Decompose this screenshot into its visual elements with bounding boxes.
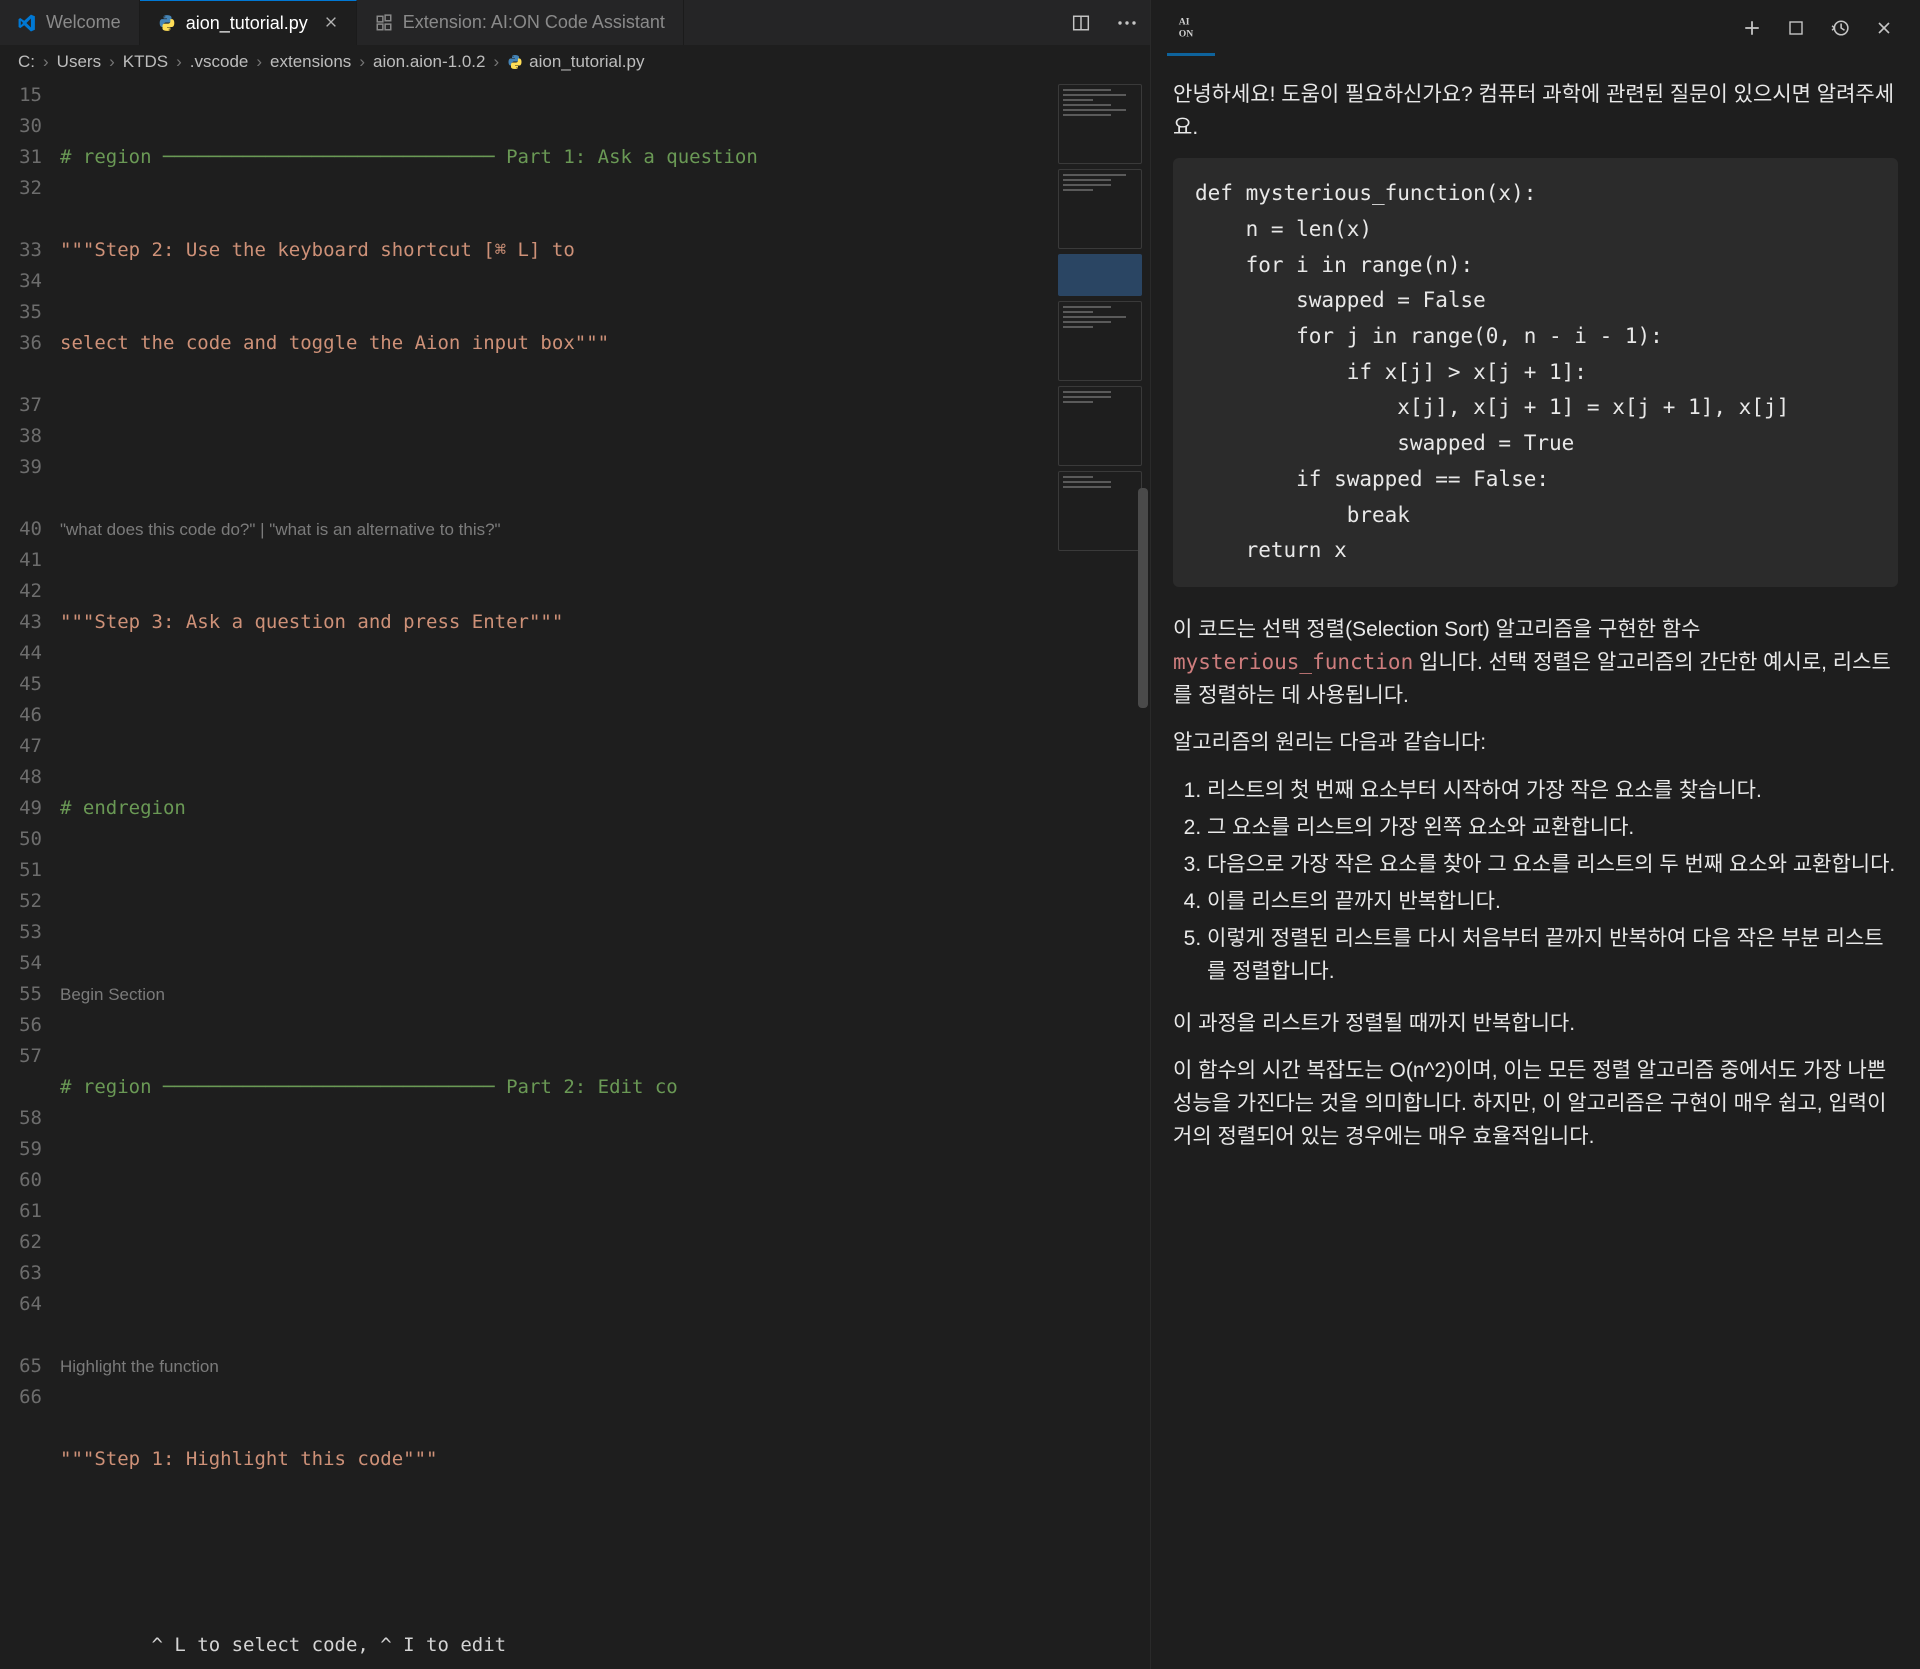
- assistant-header: AI ON: [1151, 0, 1920, 58]
- close-assistant-button[interactable]: [1864, 8, 1904, 48]
- code-area[interactable]: # region ───────────────────────────── P…: [60, 78, 1150, 1669]
- line-number-gutter: 1530313233343536373839404142434445464748…: [0, 78, 60, 1669]
- editor-scrollbar[interactable]: [1136, 78, 1150, 1669]
- svg-text:ON: ON: [1179, 28, 1193, 39]
- tab-welcome[interactable]: Welcome: [0, 0, 140, 45]
- tab-label: aion_tutorial.py: [186, 13, 308, 34]
- python-icon: [158, 14, 176, 32]
- assistant-text: 알고리즘의 원리는 다음과 같습니다:: [1173, 726, 1898, 759]
- assistant-pane: AI ON 안녕하세요! 도움이 필요하신가요? 컴퓨: [1150, 0, 1920, 1669]
- breadcrumb-segment[interactable]: Users: [57, 52, 101, 72]
- tab-label: Extension: AI:ON Code Assistant: [403, 12, 665, 33]
- list-item: 리스트의 첫 번째 요소부터 시작하여 가장 작은 요소를 찾습니다.: [1207, 774, 1898, 807]
- vscode-icon: [18, 14, 36, 32]
- more-actions-button[interactable]: [1104, 0, 1150, 45]
- codelens[interactable]: Begin Section: [60, 979, 1150, 1010]
- codelens[interactable]: Highlight the function: [60, 1351, 1150, 1382]
- split-editor-button[interactable]: [1058, 0, 1104, 45]
- assistant-greeting: 안녕하세요! 도움이 필요하신가요? 컴퓨터 과학에 관련된 질문이 있으시면 …: [1173, 78, 1898, 144]
- extensions-icon: [375, 14, 393, 32]
- breadcrumb-segment[interactable]: aion_tutorial.py: [507, 52, 644, 72]
- assistant-code-block: def mysterious_function(x): n = len(x) f…: [1173, 158, 1898, 587]
- tab-label: Welcome: [46, 12, 121, 33]
- breadcrumb-segment[interactable]: KTDS: [123, 52, 168, 72]
- breadcrumb-segment[interactable]: extensions: [270, 52, 351, 72]
- breadcrumb-segment[interactable]: .vscode: [190, 52, 249, 72]
- tab-aion-tutorial[interactable]: aion_tutorial.py: [140, 0, 357, 45]
- assistant-brand-tab[interactable]: AI ON: [1167, 0, 1215, 56]
- breadcrumb-segment[interactable]: C:: [18, 52, 35, 72]
- code-editor[interactable]: 1530313233343536373839404142434445464748…: [0, 78, 1150, 1669]
- list-item: 다음으로 가장 작은 요소를 찾아 그 요소를 리스트의 두 번째 요소와 교환…: [1207, 848, 1898, 881]
- list-item: 이를 리스트의 끝까지 반복합니다.: [1207, 885, 1898, 918]
- aion-logo-icon: AI ON: [1177, 13, 1205, 41]
- breadcrumb-segment[interactable]: aion.aion-1.0.2: [373, 52, 485, 72]
- editor-pane: Welcome aion_tutorial.py Extension: AI:O…: [0, 0, 1150, 1669]
- history-button[interactable]: [1820, 8, 1860, 48]
- minimap[interactable]: [1050, 78, 1150, 1669]
- list-item: 이렇게 정렬된 리스트를 다시 처음부터 끝까지 반복하여 다음 작은 부분 리…: [1207, 922, 1898, 988]
- assistant-text: 이 함수의 시간 복잡도는 O(n^2)이며, 이는 모든 정렬 알고리즘 중에…: [1173, 1054, 1898, 1154]
- close-icon[interactable]: [324, 13, 338, 34]
- fullscreen-button[interactable]: [1776, 8, 1816, 48]
- svg-text:AI: AI: [1179, 16, 1190, 27]
- breadcrumb[interactable]: C:› Users› KTDS› .vscode› extensions› ai…: [0, 45, 1150, 78]
- assistant-text: 이 코드는 선택 정렬(Selection Sort) 알고리즘을 구현한 함수…: [1173, 613, 1898, 713]
- editor-tab-bar: Welcome aion_tutorial.py Extension: AI:O…: [0, 0, 1150, 45]
- codelens[interactable]: "what does this code do?" | "what is an …: [60, 514, 1150, 545]
- assistant-steps-list: 리스트의 첫 번째 요소부터 시작하여 가장 작은 요소를 찾습니다. 그 요소…: [1207, 774, 1898, 989]
- tab-extension-aion[interactable]: Extension: AI:ON Code Assistant: [357, 0, 684, 45]
- list-item: 그 요소를 리스트의 가장 왼쪽 요소와 교환합니다.: [1207, 811, 1898, 844]
- new-chat-button[interactable]: [1732, 8, 1772, 48]
- assistant-text: 이 과정을 리스트가 정렬될 때까지 반복합니다.: [1173, 1007, 1898, 1040]
- assistant-body[interactable]: 안녕하세요! 도움이 필요하신가요? 컴퓨터 과학에 관련된 질문이 있으시면 …: [1151, 58, 1920, 1669]
